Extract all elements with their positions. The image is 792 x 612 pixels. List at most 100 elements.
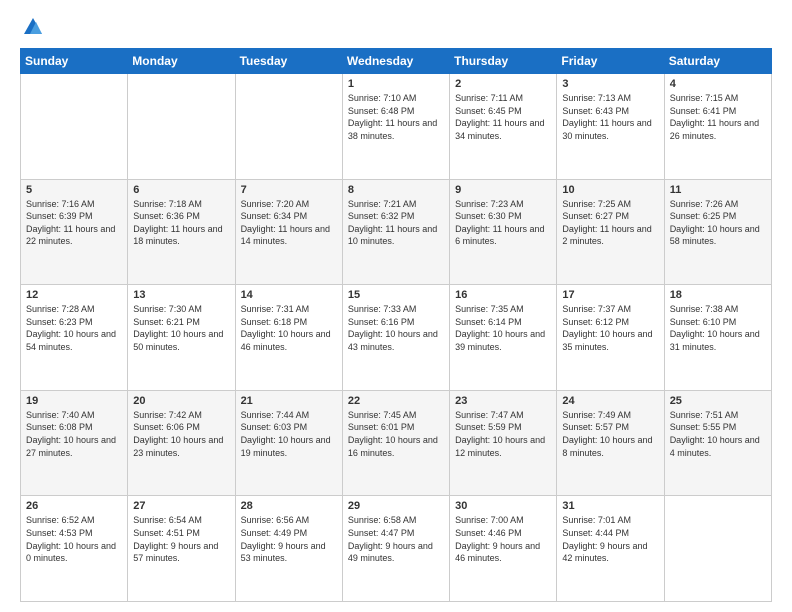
page: SundayMondayTuesdayWednesdayThursdayFrid… [0, 0, 792, 612]
day-number: 18 [670, 289, 766, 301]
day-number: 14 [241, 289, 337, 301]
calendar-cell: 8Sunrise: 7:21 AMSunset: 6:32 PMDaylight… [342, 179, 449, 285]
calendar-week-row: 1Sunrise: 7:10 AMSunset: 6:48 PMDaylight… [21, 74, 772, 180]
cell-info: Sunrise: 7:37 AMSunset: 6:12 PMDaylight:… [562, 303, 658, 353]
day-number: 20 [133, 395, 229, 407]
calendar-day-header: Saturday [664, 49, 771, 74]
calendar-cell: 28 Sunrise: 6:56 AMSunset: 4:49 PMDayligh… [235, 496, 342, 602]
calendar-cell: 10 Sunrise: 7:25 AMSunset: 6:27 PMDayligh… [557, 179, 664, 285]
calendar-cell [664, 496, 771, 602]
cell-info: Sunrise: 7:49 AMSunset: 5:57 PMDaylight:… [562, 409, 658, 459]
day-number: 22 [348, 395, 444, 407]
calendar-week-row: 12 Sunrise: 7:28 AMSunset: 6:23 PMDayligh… [21, 285, 772, 391]
calendar-day-header: Tuesday [235, 49, 342, 74]
cell-info: Sunrise: 7:18 AMSunset: 6:36 PMDaylight:… [133, 198, 229, 248]
day-number: 9 [455, 184, 551, 196]
calendar-cell: 23 Sunrise: 7:47 AMSunset: 5:59 PMDayligh… [450, 390, 557, 496]
calendar-cell [21, 74, 128, 180]
calendar-cell: 13 Sunrise: 7:30 AMSunset: 6:21 PMDayligh… [128, 285, 235, 391]
cell-info: Sunrise: 6:58 AMSunset: 4:47 PMDaylight:… [348, 514, 444, 564]
cell-info: Sunrise: 7:10 AMSunset: 6:48 PMDaylight:… [348, 92, 444, 142]
calendar-day-header: Thursday [450, 49, 557, 74]
cell-info: Sunrise: 7:38 AMSunset: 6:10 PMDaylight:… [670, 303, 766, 353]
cell-info: Sunrise: 7:26 AMSunset: 6:25 PMDaylight:… [670, 198, 766, 248]
cell-info: Sunrise: 7:11 AMSunset: 6:45 PMDaylight:… [455, 92, 551, 142]
day-number: 10 [562, 184, 658, 196]
calendar-cell [235, 74, 342, 180]
calendar-cell: 22 Sunrise: 7:45 AMSunset: 6:01 PMDayligh… [342, 390, 449, 496]
calendar-day-header: Monday [128, 49, 235, 74]
calendar-cell: 5 Sunrise: 7:16 AMSunset: 6:39 PMDaylight… [21, 179, 128, 285]
day-number: 25 [670, 395, 766, 407]
day-number: 4 [670, 78, 766, 90]
day-number: 23 [455, 395, 551, 407]
cell-info: Sunrise: 7:15 AMSunset: 6:41 PMDaylight:… [670, 92, 766, 142]
cell-info: Sunrise: 7:40 AMSunset: 6:08 PMDaylight:… [26, 409, 122, 459]
day-number: 5 [26, 184, 122, 196]
cell-info: Sunrise: 7:23 AMSunset: 6:30 PMDaylight:… [455, 198, 551, 248]
calendar-cell: 4 Sunrise: 7:15 AMSunset: 6:41 PMDaylight… [664, 74, 771, 180]
calendar-cell: 26Sunrise: 6:52 AMSunset: 4:53 PMDayligh… [21, 496, 128, 602]
calendar-cell: 20 Sunrise: 7:42 AMSunset: 6:06 PMDayligh… [128, 390, 235, 496]
day-number: 13 [133, 289, 229, 301]
day-number: 16 [455, 289, 551, 301]
calendar-header-row: SundayMondayTuesdayWednesdayThursdayFrid… [21, 49, 772, 74]
calendar-cell: 16 Sunrise: 7:35 AMSunset: 6:14 PMDayligh… [450, 285, 557, 391]
calendar-cell: 9 Sunrise: 7:23 AMSunset: 6:30 PMDaylight… [450, 179, 557, 285]
calendar-cell: 24Sunrise: 7:49 AMSunset: 5:57 PMDayligh… [557, 390, 664, 496]
calendar-cell: 21 Sunrise: 7:44 AMSunset: 6:03 PMDayligh… [235, 390, 342, 496]
cell-info: Sunrise: 7:00 AMSunset: 4:46 PMDaylight:… [455, 514, 551, 564]
day-number: 30 [455, 500, 551, 512]
cell-info: Sunrise: 7:44 AMSunset: 6:03 PMDaylight:… [241, 409, 337, 459]
calendar-table: SundayMondayTuesdayWednesdayThursdayFrid… [20, 48, 772, 602]
day-number: 21 [241, 395, 337, 407]
calendar-cell: 7 Sunrise: 7:20 AMSunset: 6:34 PMDaylight… [235, 179, 342, 285]
cell-info: Sunrise: 7:31 AMSunset: 6:18 PMDaylight:… [241, 303, 337, 353]
cell-info: Sunrise: 7:42 AMSunset: 6:06 PMDaylight:… [133, 409, 229, 459]
day-number: 8 [348, 184, 444, 196]
day-number: 28 [241, 500, 337, 512]
cell-info: Sunrise: 7:20 AMSunset: 6:34 PMDaylight:… [241, 198, 337, 248]
calendar-cell: 15 Sunrise: 7:33 AMSunset: 6:16 PMDayligh… [342, 285, 449, 391]
calendar-cell: 2 Sunrise: 7:11 AMSunset: 6:45 PMDaylight… [450, 74, 557, 180]
cell-info: Sunrise: 6:54 AMSunset: 4:51 PMDaylight:… [133, 514, 229, 564]
cell-info: Sunrise: 7:45 AMSunset: 6:01 PMDaylight:… [348, 409, 444, 459]
day-number: 7 [241, 184, 337, 196]
cell-info: Sunrise: 6:56 AMSunset: 4:49 PMDaylight:… [241, 514, 337, 564]
cell-info: Sunrise: 7:16 AMSunset: 6:39 PMDaylight:… [26, 198, 122, 248]
calendar-cell [128, 74, 235, 180]
calendar-cell: 25Sunrise: 7:51 AMSunset: 5:55 PMDayligh… [664, 390, 771, 496]
day-number: 3 [562, 78, 658, 90]
day-number: 17 [562, 289, 658, 301]
day-number: 27 [133, 500, 229, 512]
calendar-cell: 27 Sunrise: 6:54 AMSunset: 4:51 PMDayligh… [128, 496, 235, 602]
logo [20, 16, 44, 38]
calendar-day-header: Wednesday [342, 49, 449, 74]
cell-info: Sunrise: 7:30 AMSunset: 6:21 PMDaylight:… [133, 303, 229, 353]
cell-info: Sunrise: 7:35 AMSunset: 6:14 PMDaylight:… [455, 303, 551, 353]
day-number: 26 [26, 500, 122, 512]
calendar-cell: 12 Sunrise: 7:28 AMSunset: 6:23 PMDayligh… [21, 285, 128, 391]
day-number: 11 [670, 184, 766, 196]
calendar-week-row: 26Sunrise: 6:52 AMSunset: 4:53 PMDayligh… [21, 496, 772, 602]
day-number: 29 [348, 500, 444, 512]
calendar-day-header: Friday [557, 49, 664, 74]
calendar-cell: 3Sunrise: 7:13 AMSunset: 6:43 PMDaylight… [557, 74, 664, 180]
calendar-cell: 17 Sunrise: 7:37 AMSunset: 6:12 PMDayligh… [557, 285, 664, 391]
cell-info: Sunrise: 7:28 AMSunset: 6:23 PMDaylight:… [26, 303, 122, 353]
cell-info: Sunrise: 7:25 AMSunset: 6:27 PMDaylight:… [562, 198, 658, 248]
calendar-cell: 30 Sunrise: 7:00 AMSunset: 4:46 PMDayligh… [450, 496, 557, 602]
day-number: 2 [455, 78, 551, 90]
calendar-day-header: Sunday [21, 49, 128, 74]
calendar-cell: 19Sunrise: 7:40 AMSunset: 6:08 PMDayligh… [21, 390, 128, 496]
day-number: 31 [562, 500, 658, 512]
day-number: 6 [133, 184, 229, 196]
cell-info: Sunrise: 7:33 AMSunset: 6:16 PMDaylight:… [348, 303, 444, 353]
header [20, 16, 772, 38]
day-number: 12 [26, 289, 122, 301]
cell-info: Sunrise: 7:01 AMSunset: 4:44 PMDaylight:… [562, 514, 658, 564]
cell-info: Sunrise: 7:47 AMSunset: 5:59 PMDaylight:… [455, 409, 551, 459]
day-number: 15 [348, 289, 444, 301]
calendar-cell: 6 Sunrise: 7:18 AMSunset: 6:36 PMDaylight… [128, 179, 235, 285]
logo-icon [22, 16, 44, 38]
